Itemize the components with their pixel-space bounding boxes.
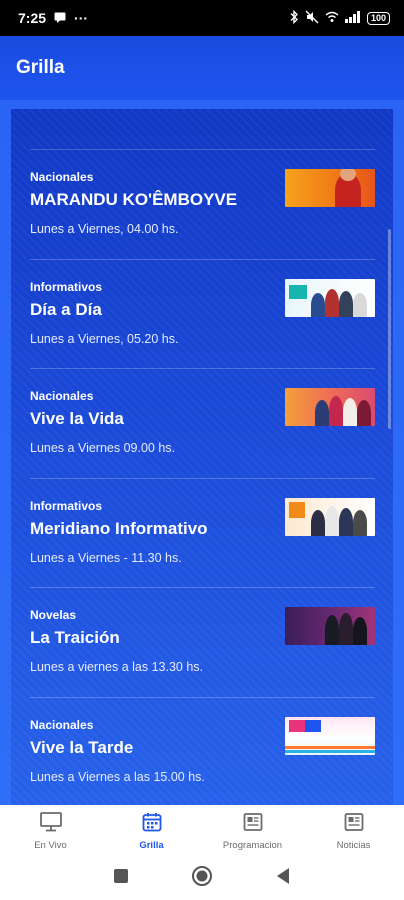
program-title: Vive la Tarde [30,737,134,757]
program-schedule: Lunes a Viernes - 11.30 hs. [30,550,182,565]
program-item[interactable]: Informativos Meridiano Informativo Lunes… [30,479,375,588]
newspaper-icon [243,812,263,837]
program-title: MARANDU KO'ÊMBOYVE [30,190,238,209]
program-category: Nacionales [30,170,94,184]
program-schedule: Lunes a Viernes 09.00 hs. [30,441,176,455]
program-schedule: Lunes a viernes a las 13.30 hs. [30,660,204,674]
recents-icon[interactable] [113,868,129,889]
program-schedule: Lunes a Viernes, 04.00 hs. [30,222,179,236]
tv-icon [39,811,62,837]
program-thumbnail [285,607,375,645]
status-bar: 7:25 ··· 100 [0,0,404,36]
program-thumbnail [285,278,375,317]
program-schedule: Lunes a Viernes, 05.20 hs. [30,331,179,346]
status-time: 7:25 [18,10,47,26]
program-title: Meridiano Informativo [30,518,208,538]
nav-programacion[interactable]: Programacion [203,812,303,851]
main-content: Nacionales MARANDU KO'ÊMBOYVE Lunes a Vi… [0,100,404,805]
calendar-icon [142,812,162,837]
scrollbar[interactable] [388,229,391,429]
program-item[interactable]: Nacionales MARANDU KO'ÊMBOYVE Lunes a Vi… [30,150,375,260]
status-dots: ··· [74,10,89,26]
nav-label: Grilla [139,839,164,851]
wifi-icon [325,11,339,26]
nav-label: Noticias [336,839,371,851]
system-nav-bar [0,857,404,900]
program-item[interactable]: Novelas La Traición Lunes a viernes a la… [30,588,375,698]
program-title: La Traición [30,628,120,647]
newspaper-icon [344,812,364,837]
program-category: Nacionales [30,717,94,732]
bluetooth-icon [289,9,299,27]
signal-icon [344,10,361,26]
program-schedule: Lunes a Viernes a las 15.00 hs. [30,769,205,784]
program-title: Día a Día [30,299,102,319]
program-list: Nacionales MARANDU KO'ÊMBOYVE Lunes a Vi… [30,149,375,805]
nav-noticias[interactable]: Noticias [304,812,404,851]
page-title: Grilla [16,57,65,78]
program-category: Novelas [30,608,77,622]
home-icon[interactable] [191,865,213,892]
schedule-panel[interactable]: Nacionales MARANDU KO'ÊMBOYVE Lunes a Vi… [11,109,393,805]
battery-icon: 100 [366,11,390,25]
program-category: Informativos [30,279,103,294]
mute-icon [305,10,319,27]
back-icon[interactable] [275,867,291,890]
program-item[interactable]: Nacionales Vive la Vida Lunes a Viernes … [30,369,375,479]
program-thumbnail [285,497,375,536]
app-bar: Grilla [0,36,404,100]
message-icon [54,10,66,26]
program-item[interactable]: Nacionales Vive la Tarde Lunes a Viernes… [30,698,375,806]
nav-label: Programacion [222,839,283,851]
program-thumbnail [285,169,375,207]
program-category: Nacionales [30,389,94,403]
bottom-nav: En Vivo Grilla Programacion Noticias [0,805,404,857]
nav-grilla[interactable]: Grilla [102,812,202,851]
program-item[interactable]: Informativos Día a Día Lunes a Viernes, … [30,260,375,369]
program-thumbnail [285,388,375,426]
program-title: Vive la Vida [30,409,124,428]
nav-en-vivo[interactable]: En Vivo [1,811,101,851]
nav-label: En Vivo [34,839,67,851]
program-thumbnail [285,716,375,755]
program-category: Informativos [30,498,103,513]
